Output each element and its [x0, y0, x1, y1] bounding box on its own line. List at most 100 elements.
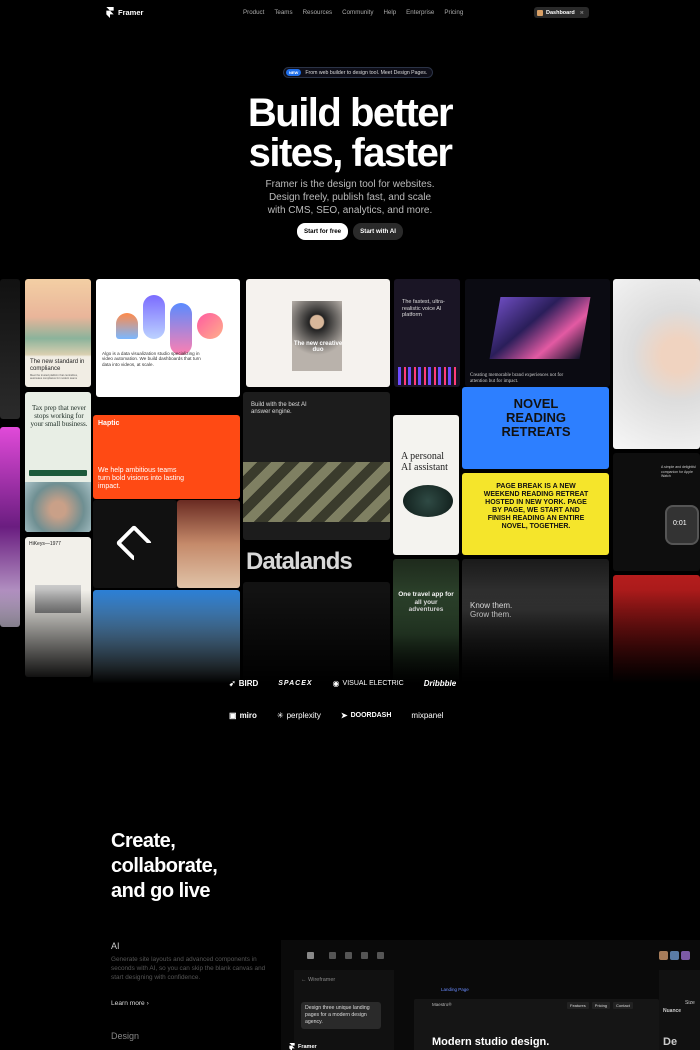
canvas-site-nav: Features Pricing Contact [567, 1002, 633, 1009]
tile-title: The new creative duo [293, 341, 343, 353]
framer-logo[interactable]: Framer [106, 7, 143, 18]
property-size: Size [685, 1000, 695, 1006]
tile-title: Datalands [246, 548, 353, 575]
tile-title: Build with the best AI answer engine. [251, 402, 307, 415]
editor-preview: ← Wireframer Design three unique landing… [281, 940, 700, 1050]
showcase-tile-edge-2[interactable] [0, 427, 20, 627]
showcase-tile-red[interactable] [613, 575, 700, 685]
logo-glyph-icon [115, 524, 153, 562]
showcase-tile-edge-1[interactable] [0, 279, 20, 419]
device-image [403, 485, 453, 517]
customer-logos-row-2: ▣ miro ✳ perplexity ➤ DOORDASH mixpanel [229, 711, 443, 720]
announcement-badge[interactable]: NEW From web builder to design tool. Mee… [283, 67, 434, 78]
avatar [659, 951, 668, 960]
tile-subtitle: We help ambitious teams turn bold vision… [98, 467, 184, 490]
showcase-tile-algo[interactable]: Algo is a data visualization studio spec… [96, 279, 240, 397]
logo-miro: ▣ miro [229, 711, 257, 720]
back-icon: ← [301, 977, 309, 983]
customer-logos-row-1: ➹ BIRD SPACEX ◉ VISUAL ELECTRIC Dribbble [229, 679, 456, 688]
feature-ai-title[interactable]: AI [111, 941, 120, 951]
tile-subtitle: Meet the trusted platform that centraliz… [30, 374, 78, 381]
properties-panel: Size Nuance De [659, 970, 700, 1050]
showcase-tile-sky[interactable] [93, 590, 240, 685]
miro-icon: ▣ [229, 711, 237, 720]
nav-link-product[interactable]: Product [243, 9, 264, 16]
tile-title: Know them. Grow them. [470, 601, 513, 619]
logo-visual-electric: ◉ VISUAL ELECTRIC [332, 679, 404, 688]
nav-link-help[interactable]: Help [383, 9, 396, 16]
insert-icon[interactable] [329, 952, 336, 959]
cta-bar [29, 470, 87, 476]
breadcrumb[interactable]: ← Wireframer [301, 977, 335, 983]
showcase-tile-portrait-collage[interactable] [613, 279, 700, 449]
showcase-tile-photo[interactable] [177, 500, 240, 588]
tile-title: NOVEL READING RETREATS [501, 396, 571, 439]
nav-link-pricing[interactable]: Pricing [444, 9, 463, 16]
showcase-tile-datalands[interactable]: Datalands [243, 547, 390, 577]
headline-line-2: sites, faster [248, 131, 453, 175]
showcase-tile-retreats-blue[interactable]: NOVEL READING RETREATS [462, 387, 609, 469]
tile-title: A simple and delightful companion for Ap… [661, 465, 697, 478]
start-for-free-button[interactable]: Start for free [296, 223, 349, 240]
framer-logo-icon [289, 1043, 295, 1050]
tile-title: Tax prep that never stops working for yo… [30, 404, 88, 428]
logo-spacex: SPACEX [278, 680, 313, 687]
showcase-tile-compliance[interactable]: The new standard in compliance Meet the … [25, 279, 91, 387]
showcase-tile-brand-experiences[interactable]: Creating memorable brand experiences not… [465, 279, 610, 387]
showcase-tile-ai-assistant[interactable]: A personal AI assistant [393, 415, 459, 555]
showcase-tile-retreats-yellow[interactable]: PAGE BREAK IS A NEW WEEKEND READING RETR… [462, 473, 609, 555]
showcase-tile-dark-bottom[interactable] [243, 582, 390, 685]
canvas-nav-features: Features [567, 1002, 589, 1009]
text-icon[interactable] [361, 952, 368, 959]
keyboard-shortcut-icon: ⌘ [579, 10, 584, 15]
showcase-tile-taxprep[interactable]: Tax prep that never stops working for yo… [25, 392, 91, 532]
section-title-line-2: collaborate, [111, 855, 218, 877]
logo-bird: ➹ BIRD [229, 679, 259, 688]
tile-title: One travel app for all your adventures [398, 591, 454, 613]
nav-links: Product Teams Resources Community Help E… [243, 9, 463, 16]
learn-more-link[interactable]: Learn more › [111, 1000, 149, 1007]
tile-title: HiKeys—1977 [29, 541, 61, 547]
blob-shape [170, 303, 192, 355]
avatar [681, 951, 690, 960]
tile-title: PAGE BREAK IS A NEW WEEKEND READING RETR… [483, 483, 589, 530]
nav-link-enterprise[interactable]: Enterprise [406, 9, 434, 16]
tile-title: Creating memorable brand experiences not… [470, 373, 564, 384]
nav-link-teams[interactable]: Teams [274, 9, 292, 16]
blob-shape [143, 295, 165, 339]
showcase-tile-watch[interactable]: A simple and delightful companion for Ap… [613, 453, 700, 571]
avatar [537, 9, 543, 16]
tile-title: Algo is a data visualization studio spec… [102, 351, 201, 367]
blob-shape [116, 313, 138, 339]
portrait-image [25, 482, 91, 532]
nav-link-resources[interactable]: Resources [303, 9, 333, 16]
cms-icon[interactable] [377, 952, 384, 959]
property-nuance: Nuance [663, 1008, 682, 1014]
showcase-tile-logo-dark[interactable] [93, 500, 177, 588]
logo-perplexity: ✳ perplexity [276, 711, 321, 720]
canvas-site-logo: Maestro® [432, 1002, 452, 1007]
start-with-ai-button[interactable]: Start with AI [353, 223, 403, 240]
avatar [670, 951, 679, 960]
equalizer-graphic [398, 367, 456, 385]
page-tab[interactable]: Landing Page [441, 987, 469, 992]
showcase-tile-grow[interactable]: Know them. Grow them. [462, 559, 609, 685]
showcase-tile-hikeys[interactable]: HiKeys—1977 [25, 537, 91, 677]
hero-photo [292, 301, 342, 371]
ai-prompt-bubble: Design three unique landing pages for a … [301, 1002, 381, 1029]
nav-link-community[interactable]: Community [342, 9, 373, 16]
showcase-tile-creative-duo[interactable]: The new creative duo [246, 279, 390, 387]
showcase-tile-voice-ai[interactable]: The fastest, ultra-realistic voice AI pl… [394, 279, 460, 387]
layout-icon[interactable] [345, 952, 352, 959]
showcase-tile-haptic[interactable]: Haptic We help ambitious teams turn bold… [93, 415, 240, 499]
showcase-tile-travel[interactable]: One travel app for all your adventures [393, 559, 459, 685]
tile-title: The new standard in compliance [30, 359, 85, 372]
property-de: De [663, 1036, 678, 1048]
watch-time: 0:01 [673, 520, 687, 527]
section-title-line-3: and go live [111, 880, 210, 902]
section-title-line-1: Create, [111, 830, 176, 852]
dashboard-button[interactable]: Dashboard ⌘ [534, 7, 589, 18]
framer-menu-icon[interactable] [307, 952, 314, 959]
showcase-tile-answer-engine[interactable]: Build with the best AI answer engine. [243, 392, 390, 540]
feature-design-title[interactable]: Design [111, 1031, 139, 1041]
